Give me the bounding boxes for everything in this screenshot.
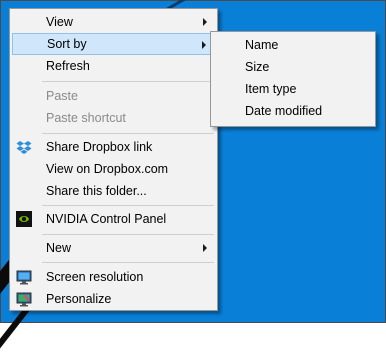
submenu-item-label: Name: [245, 38, 279, 52]
dropbox-icon: [16, 141, 32, 154]
submenu-item-name[interactable]: Name: [213, 34, 373, 56]
menu-item-label: NVIDIA Control Panel: [46, 212, 167, 226]
chevron-right-icon: [203, 18, 207, 26]
menu-item-sort-by[interactable]: Sort by: [12, 33, 215, 55]
menu-item-label: Refresh: [46, 59, 90, 73]
desktop-context-menu: View Sort by Refresh Paste Paste shortcu…: [9, 8, 218, 311]
menu-item-new[interactable]: New: [12, 237, 215, 259]
menu-separator: [42, 81, 214, 82]
submenu-item-date-modified[interactable]: Date modified: [213, 100, 373, 122]
submenu-item-label: Item type: [245, 82, 297, 96]
menu-item-label: Share Dropbox link: [46, 140, 153, 154]
submenu-item-size[interactable]: Size: [213, 56, 373, 78]
menu-separator: [42, 234, 214, 235]
personalize-icon: [16, 292, 32, 307]
menu-item-label: View on Dropbox.com: [46, 162, 169, 176]
chevron-right-icon: [202, 41, 206, 49]
menu-item-paste-shortcut[interactable]: Paste shortcut: [12, 107, 215, 129]
menu-item-screen-resolution[interactable]: Screen resolution: [12, 266, 215, 288]
menu-item-nvidia-control-panel[interactable]: NVIDIA Control Panel: [12, 208, 215, 230]
menu-item-label: Screen resolution: [46, 270, 144, 284]
menu-item-label: Paste: [46, 89, 78, 103]
screen-resolution-icon: [16, 270, 32, 285]
menu-item-share-this-folder[interactable]: Share this folder...: [12, 180, 215, 202]
menu-item-view-on-dropbox[interactable]: View on Dropbox.com: [12, 158, 215, 180]
menu-item-view[interactable]: View: [12, 11, 215, 33]
menu-item-paste[interactable]: Paste: [12, 85, 215, 107]
submenu-item-label: Date modified: [245, 104, 323, 118]
submenu-item-label: Size: [245, 60, 270, 74]
submenu-item-item-type[interactable]: Item type: [213, 78, 373, 100]
menu-item-personalize[interactable]: Personalize: [12, 288, 215, 310]
menu-item-label: Paste shortcut: [46, 111, 126, 125]
menu-item-refresh[interactable]: Refresh: [12, 55, 215, 77]
nvidia-icon: [16, 211, 32, 227]
menu-item-label: Share this folder...: [46, 184, 147, 198]
menu-separator: [42, 133, 214, 134]
sort-by-submenu: Name Size Item type Date modified: [210, 31, 376, 127]
menu-item-label: View: [46, 15, 73, 29]
menu-separator: [42, 205, 214, 206]
menu-separator: [42, 262, 214, 263]
menu-item-share-dropbox-link[interactable]: Share Dropbox link: [12, 136, 215, 158]
menu-item-label: New: [46, 241, 72, 255]
menu-item-label: Personalize: [46, 292, 112, 306]
menu-item-label: Sort by: [47, 37, 87, 51]
chevron-right-icon: [203, 244, 207, 252]
